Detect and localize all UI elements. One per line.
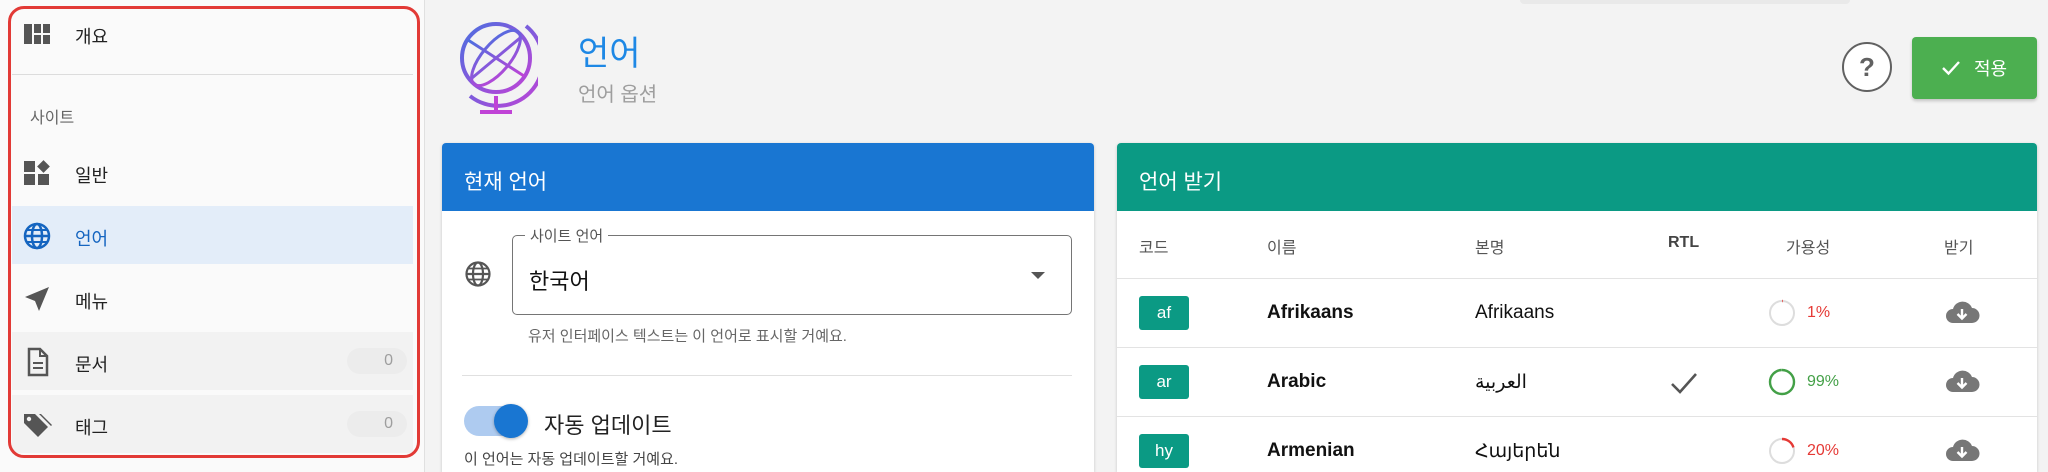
language-code-badge: ar	[1139, 365, 1189, 399]
cloud-download-icon[interactable]	[1944, 434, 1980, 468]
card-title: 현재 언어	[442, 143, 1094, 211]
cloud-download-icon[interactable]	[1944, 296, 1980, 330]
column-header-availability: 가용성	[1786, 240, 1831, 257]
globe-icon	[465, 261, 491, 287]
table-row[interactable]: ar Arabic العربية 99%	[1117, 348, 2037, 416]
page-title: 언어	[578, 35, 641, 73]
availability-percent: 99%	[1807, 373, 1840, 390]
apply-button[interactable]: 적용	[1912, 37, 2037, 99]
current-language-card: 현재 언어 사이트 언어 한국어 유저 인터페이스 텍스트는 이 언어로 표시할…	[442, 143, 1094, 472]
column-header-code: 코드	[1139, 240, 1169, 257]
column-header-name: 이름	[1267, 240, 1297, 257]
help-button[interactable]: ?	[1842, 42, 1892, 92]
toggle-knob	[494, 404, 528, 438]
language-name: Armenian	[1267, 440, 1355, 461]
availability-ring-icon	[1768, 368, 1796, 396]
table-row[interactable]: hy Armenian Հայերեն 20%	[1117, 417, 2037, 472]
globe-stand-icon	[460, 22, 538, 114]
receive-languages-card: 언어 받기 코드 이름 본명 RTL 가용성 받기 af Afrikaans A…	[1117, 143, 2037, 472]
availability-ring-icon	[1768, 299, 1796, 327]
site-language-label: 사이트 언어	[525, 225, 609, 246]
rtl-check-icon	[1671, 373, 1697, 394]
column-header-rtl: RTL	[1668, 234, 1700, 251]
column-header-download: 받기	[1944, 240, 1974, 257]
site-language-select[interactable]: 사이트 언어 한국어	[512, 225, 1072, 315]
availability-percent: 20%	[1807, 442, 1840, 459]
sidebar-highlight-frame	[8, 6, 420, 458]
language-native-name: Afrikaans	[1475, 302, 1555, 323]
language-name: Afrikaans	[1267, 302, 1354, 323]
check-icon	[1942, 61, 1960, 76]
site-language-value: 한국어	[529, 269, 590, 294]
sidebar: 개요 사이트 일반 언어 메뉴 문서 0 태그 0	[0, 0, 424, 472]
dropdown-arrow-icon	[1031, 272, 1045, 279]
language-code-badge: af	[1139, 296, 1189, 330]
site-language-helper: 유저 인터페이스 텍스트는 이 언어로 표시할 거예요.	[528, 328, 847, 345]
top-bar-edge	[1520, 0, 1850, 4]
apply-button-label: 적용	[1973, 59, 2008, 79]
card-divider	[462, 375, 1072, 376]
column-header-native: 본명	[1475, 240, 1505, 257]
cloud-download-icon[interactable]	[1944, 365, 1980, 399]
language-native-name: العربية	[1475, 372, 1527, 393]
language-name: Arabic	[1267, 371, 1327, 392]
auto-update-label: 자동 업데이트	[544, 413, 672, 438]
language-code-badge: hy	[1139, 434, 1189, 468]
table-row[interactable]: af Afrikaans Afrikaans 1%	[1117, 279, 2037, 347]
auto-update-helper: 이 언어는 자동 업데이트할 거예요.	[464, 451, 679, 468]
page-subtitle: 언어 옵션	[578, 84, 658, 106]
language-native-name: Հայերեն	[1475, 441, 1561, 462]
auto-update-toggle[interactable]	[460, 401, 530, 441]
card-title: 언어 받기	[1117, 143, 2037, 211]
availability-percent: 1%	[1807, 304, 1831, 321]
availability-ring-icon	[1768, 437, 1796, 465]
main-divider	[424, 0, 425, 472]
